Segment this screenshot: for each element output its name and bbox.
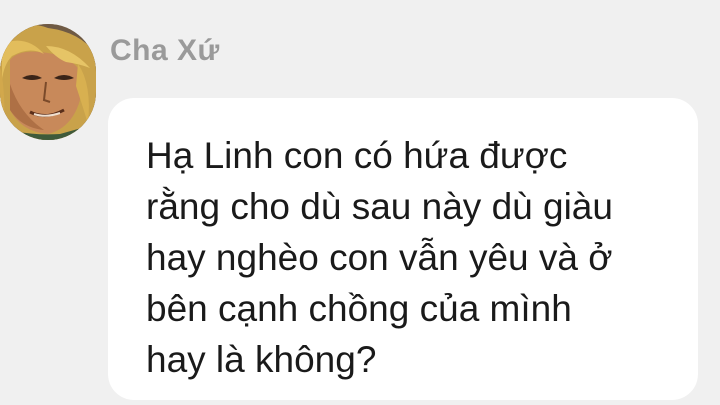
sender-name: Cha Xứ [110, 34, 220, 67]
message-text: Hạ Linh con có hứa được rằng cho dù sau … [146, 135, 613, 380]
chat-screen: Cha Xứ Hạ Linh con có hứa được rằng cho … [0, 0, 720, 405]
avatar[interactable] [0, 24, 96, 140]
character-portrait-icon [0, 24, 96, 140]
message-bubble: Hạ Linh con có hứa được rằng cho dù sau … [108, 98, 698, 400]
